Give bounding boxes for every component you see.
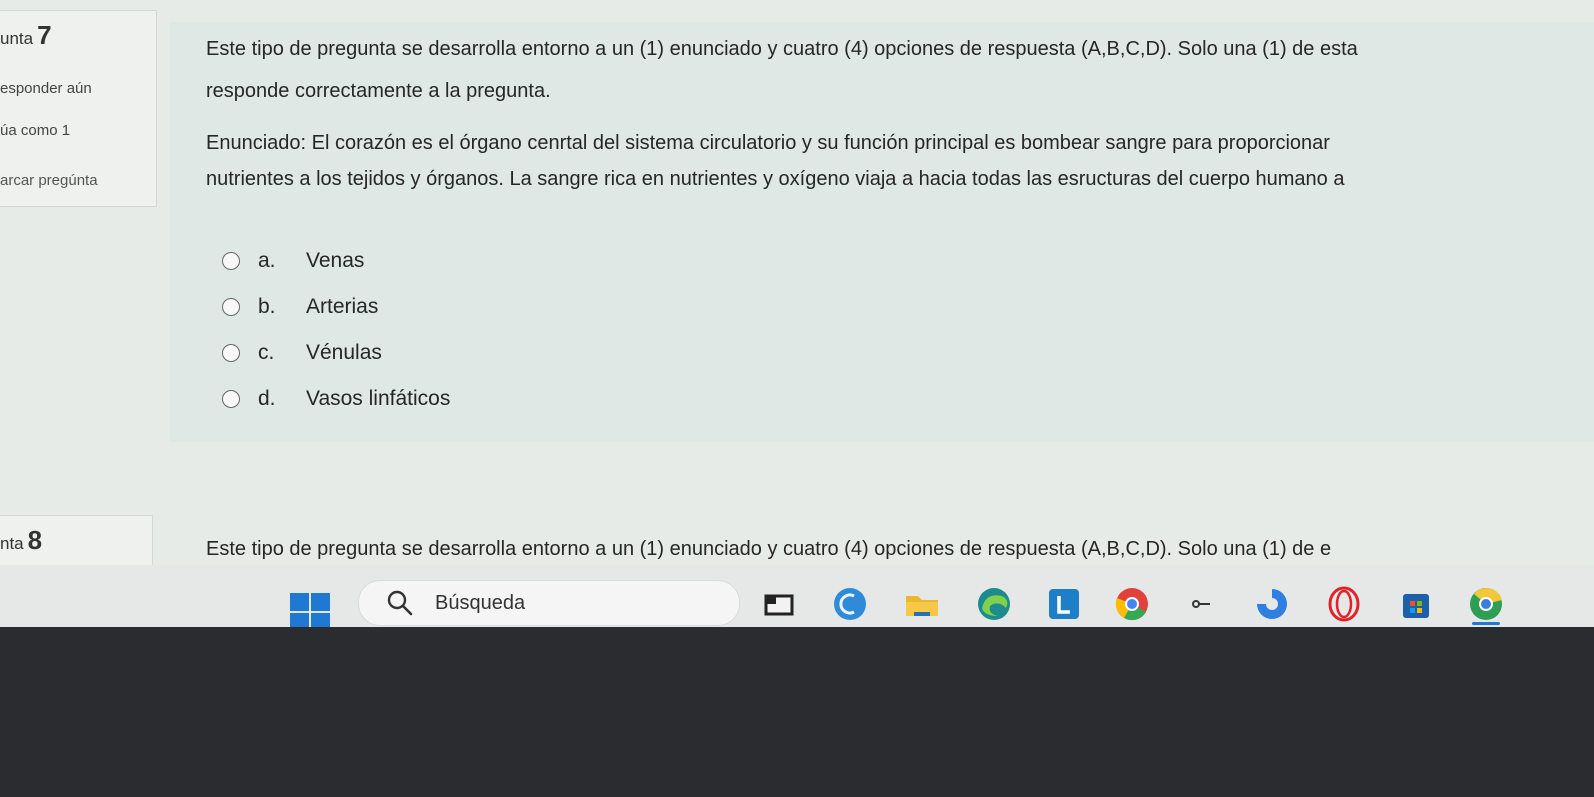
question8-label: nta bbox=[0, 534, 24, 553]
monitor-bezel bbox=[0, 627, 1594, 797]
option-b[interactable]: b. Arterias bbox=[222, 294, 378, 320]
copilot-icon[interactable] bbox=[832, 586, 868, 622]
question-status: esponder aún bbox=[0, 80, 92, 97]
app-icon[interactable] bbox=[1254, 586, 1290, 622]
flag-question-link[interactable]: arcar pregúnta bbox=[0, 172, 98, 189]
option-a[interactable]: a. Venas bbox=[222, 248, 364, 274]
store-icon[interactable] bbox=[1398, 586, 1434, 622]
option-b-text[interactable]: Arterias bbox=[306, 295, 378, 319]
browser-content: unta 7 esponder aún úa como 1 arcar pregú… bbox=[0, 0, 1594, 640]
taskbar-search-box[interactable]: Búsqueda bbox=[358, 580, 740, 626]
option-b-radio[interactable] bbox=[222, 298, 240, 316]
question-statement-line1: Enunciado: El corazón es el órgano cenrt… bbox=[206, 132, 1330, 154]
question-label: unta bbox=[0, 29, 34, 48]
question-number: unta 7 bbox=[0, 20, 52, 51]
question8-intro-line1: Este tipo de pregunta se desarrolla ento… bbox=[206, 538, 1332, 560]
option-a-letter: a. bbox=[258, 249, 276, 272]
question8-number-value: 8 bbox=[27, 525, 43, 555]
option-c-radio[interactable] bbox=[222, 344, 240, 362]
question8-number: nta 8 bbox=[0, 525, 42, 556]
option-c-letter: c. bbox=[258, 341, 275, 364]
option-d-text[interactable]: Vasos linfáticos bbox=[306, 387, 450, 411]
file-explorer-icon[interactable] bbox=[904, 586, 940, 622]
question-statement-line2: nutrientes a los tejidos y órganos. La s… bbox=[206, 168, 1345, 190]
active-app-indicator bbox=[1472, 622, 1500, 625]
task-view-icon[interactable] bbox=[762, 586, 798, 622]
option-a-radio[interactable] bbox=[222, 252, 240, 270]
question-number-value: 7 bbox=[37, 20, 52, 50]
option-d-radio[interactable] bbox=[222, 390, 240, 408]
option-d-letter: d. bbox=[258, 387, 276, 410]
chrome-icon[interactable] bbox=[1114, 586, 1150, 622]
option-c-text[interactable]: Vénulas bbox=[306, 341, 382, 365]
option-b-letter: b. bbox=[258, 295, 276, 318]
edge-icon[interactable] bbox=[976, 586, 1012, 622]
search-icon bbox=[385, 588, 415, 618]
chrome-profile-icon[interactable] bbox=[1468, 586, 1504, 625]
question-grade: úa como 1 bbox=[0, 122, 71, 139]
opera-icon[interactable] bbox=[1326, 586, 1362, 622]
option-c[interactable]: c. Vénulas bbox=[222, 340, 382, 366]
key-icon[interactable] bbox=[1184, 586, 1220, 622]
question-intro-line1: Este tipo de pregunta se desarrolla ento… bbox=[206, 38, 1358, 60]
question-intro-line2: responde correctamente a la pregunta. bbox=[206, 80, 551, 102]
option-d[interactable]: d. Vasos linfáticos bbox=[222, 386, 450, 412]
option-a-text[interactable]: Venas bbox=[306, 249, 364, 273]
search-label: Búsqueda bbox=[435, 591, 526, 614]
lens-icon[interactable] bbox=[1046, 586, 1082, 622]
